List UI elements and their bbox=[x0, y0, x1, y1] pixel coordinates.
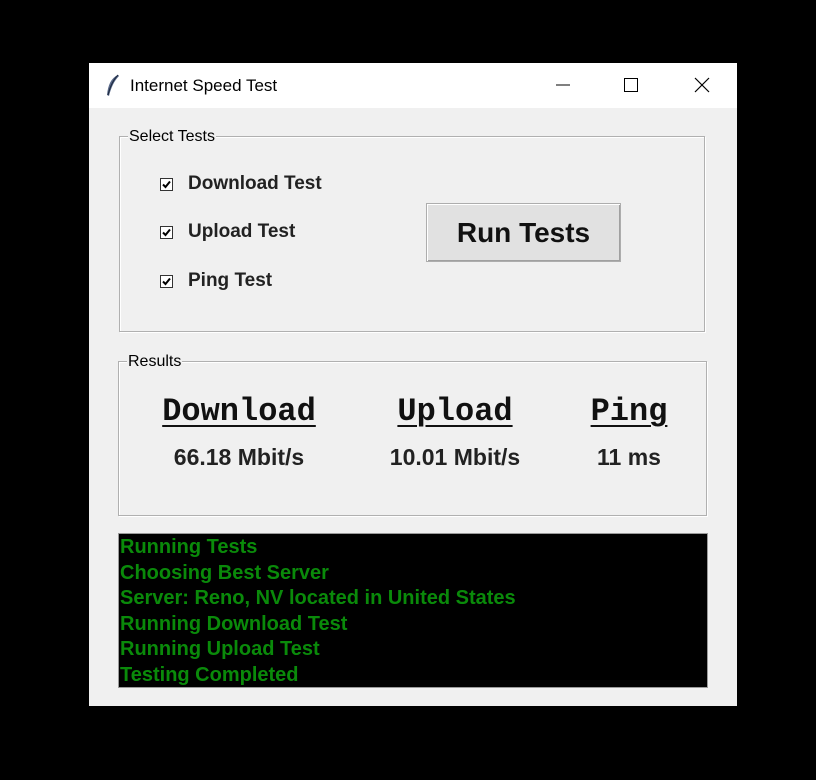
results-label: Results bbox=[127, 353, 183, 371]
maximize-icon bbox=[624, 78, 638, 92]
ping-value: 11 ms bbox=[597, 444, 661, 470]
title-bar[interactable]: Internet Speed Test bbox=[89, 63, 737, 108]
minimize-button[interactable] bbox=[540, 63, 586, 108]
maximize-button[interactable] bbox=[608, 63, 654, 108]
upload-heading: Upload bbox=[397, 393, 513, 430]
ping-heading: Ping bbox=[590, 393, 668, 430]
ping-test-label[interactable]: Ping Test bbox=[188, 270, 272, 292]
feather-icon bbox=[107, 74, 119, 96]
minimize-icon bbox=[556, 84, 570, 86]
download-value: 66.18 Mbit/s bbox=[173, 444, 305, 470]
close-icon bbox=[694, 77, 710, 93]
upload-result: Upload 10.01 Mbit/s bbox=[375, 393, 535, 471]
status-log[interactable]: Running Tests Choosing Best Server Serve… bbox=[118, 533, 708, 688]
run-tests-button[interactable]: Run Tests bbox=[426, 203, 621, 262]
app-window: Internet Speed Test Select Tests Downloa… bbox=[89, 63, 737, 706]
checkmark-icon bbox=[162, 228, 171, 236]
checkmark-icon bbox=[162, 180, 171, 188]
log-line: Running Upload Test bbox=[120, 638, 320, 660]
run-tests-label: Run Tests bbox=[456, 216, 591, 248]
log-line: Running Tests bbox=[120, 536, 258, 558]
download-heading: Download bbox=[162, 393, 316, 430]
upload-test-label[interactable]: Upload Test bbox=[188, 221, 295, 243]
ping-test-checkbox[interactable] bbox=[160, 274, 173, 288]
upload-test-checkbox[interactable] bbox=[160, 225, 173, 239]
checkmark-icon bbox=[162, 277, 171, 285]
log-line: Server: Reno, NV located in United State… bbox=[120, 587, 516, 609]
upload-value: 10.01 Mbit/s bbox=[389, 444, 521, 470]
ping-test-checkbox-row[interactable]: Ping Test bbox=[160, 270, 272, 292]
log-line: Testing Completed bbox=[120, 663, 299, 686]
download-test-checkbox-row[interactable]: Download Test bbox=[160, 173, 322, 195]
log-line: Running Download Test bbox=[120, 612, 348, 635]
log-line: Choosing Best Server bbox=[120, 561, 329, 584]
upload-test-checkbox-row[interactable]: Upload Test bbox=[160, 221, 295, 243]
download-test-checkbox[interactable] bbox=[160, 177, 173, 191]
close-button[interactable] bbox=[679, 63, 725, 108]
download-result: Download 66.18 Mbit/s bbox=[153, 393, 325, 471]
window-title: Internet Speed Test bbox=[130, 76, 278, 95]
select-tests-label: Select Tests bbox=[128, 128, 216, 146]
download-test-label[interactable]: Download Test bbox=[188, 173, 322, 195]
ping-result: Ping 11 ms bbox=[584, 393, 674, 471]
